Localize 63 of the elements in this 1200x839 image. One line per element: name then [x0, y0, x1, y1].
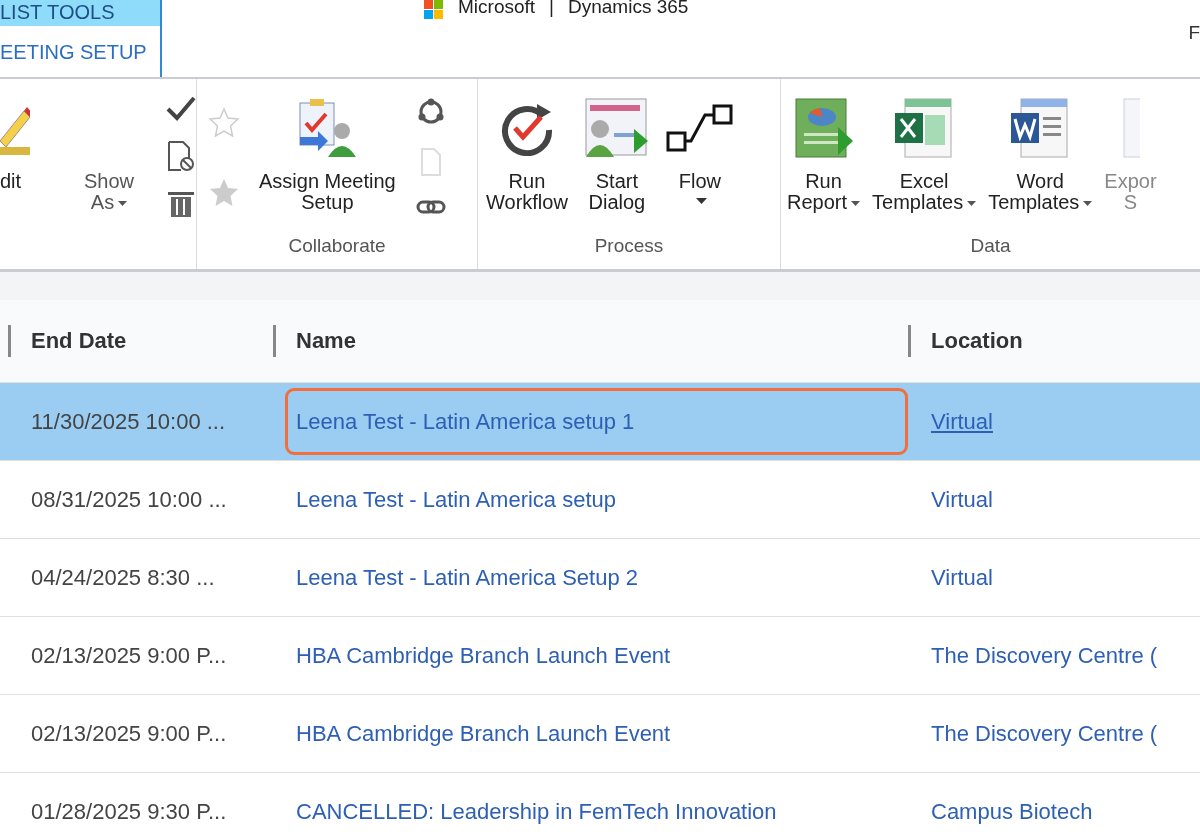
caret-icon [1083, 201, 1093, 207]
location-link[interactable]: Campus Biotech [931, 798, 1093, 825]
four-squares-logo-icon [424, 0, 444, 20]
document-icon [1011, 97, 1070, 159]
checkmark-icon[interactable] [166, 96, 197, 122]
record-name-link[interactable]: CANCELLED: Leadership in FemTech Innovation [296, 798, 777, 825]
record-name-link[interactable]: Leena Test - Latin America Setup 2 [296, 564, 639, 591]
date-cell: 11/30/2025 10:00 ... [31, 408, 226, 435]
ribbon-group-label: Data [969, 234, 1012, 258]
context-tab[interactable]: LIST TOOLS [0, 0, 160, 26]
location-link[interactable]: Virtual [931, 486, 993, 513]
record-name-link[interactable]: HBA Cambridge Branch Launch Event [296, 642, 671, 669]
record-name-link[interactable]: Leena Test - Latin America setup [296, 486, 616, 513]
location-link[interactable]: Virtual [931, 408, 993, 435]
ribbon-button[interactable]: Show As [44, 85, 155, 269]
ribbon-button[interactable]: Excel Templates [866, 85, 983, 231]
table-row[interactable]: 02/13/2025 9:00 P... HBA Cambridge Branch Launch Event The Discovery Centre ( [0, 695, 1200, 773]
table-row[interactable]: 04/24/2025 8:30 ... Leena Test - Latin America Setup 2 Virtual [0, 539, 1200, 617]
clipboard-person-icon [296, 97, 359, 159]
column-header[interactable]: End Date [8, 325, 273, 357]
ribbon-button[interactable]: Run Report [781, 85, 867, 231]
document-blocked-icon[interactable] [167, 140, 196, 172]
ribbon-button[interactable]: Assign Meeting Setup [251, 85, 404, 231]
location-link[interactable]: Virtual [931, 564, 993, 591]
star-outline-icon[interactable] [209, 107, 239, 137]
ribbon-button[interactable]: Start Dialog [575, 85, 658, 231]
spreadsheet-icon [895, 97, 954, 159]
column-header[interactable]: Name [273, 325, 908, 357]
separator-text: | [549, 0, 554, 18]
record-name-link[interactable]: Leena Test - Latin America setup 1 [296, 408, 635, 435]
ribbon-button[interactable]: dit [0, 85, 44, 269]
ribbon-button[interactable]: Word Templates [982, 85, 1099, 231]
table-row[interactable]: 02/13/2025 9:00 P... HBA Cambridge Branch Launch Event The Discovery Centre ( [0, 617, 1200, 695]
date-cell: 01/28/2025 9:30 P... [31, 798, 227, 825]
ribbon-button[interactable]: Run Workflow [478, 85, 576, 231]
caret-icon [967, 201, 977, 207]
ribbon-group-label: Process [593, 234, 665, 258]
date-cell: 02/13/2025 9:00 P... [31, 720, 227, 747]
trash-icon[interactable] [168, 190, 195, 218]
column-header[interactable]: Location [908, 325, 1200, 357]
location-link[interactable]: The Discovery Centre ( [931, 720, 1158, 747]
connected-squares-icon [665, 103, 734, 153]
date-cell: 02/13/2025 9:00 P... [31, 642, 227, 669]
table-row[interactable]: 01/28/2025 9:30 P... CANCELLED: Leadership in FemTech Innovation Campus Biotech [0, 773, 1200, 839]
caret-icon [851, 201, 861, 207]
table-row[interactable]: 08/31/2025 10:00 ... Leena Test - Latin America setup Virtual [0, 461, 1200, 539]
dialog-window-person-icon [583, 97, 650, 159]
company-name: Microsoft [458, 0, 536, 18]
product-name: Dynamics 365 [568, 0, 689, 18]
table-row[interactable]: 11/30/2025 10:00 ... Leena Test - Latin America setup 1 Virtual [0, 383, 1200, 461]
context-tab[interactable]: EETING SETUP [0, 26, 160, 70]
record-name-link[interactable]: HBA Cambridge Branch Launch Event [296, 720, 671, 747]
ribbon-group-label: Collaborate [287, 234, 387, 258]
date-cell: 08/31/2025 10:00 ... [31, 486, 227, 513]
location-link[interactable]: The Discovery Centre ( [931, 642, 1158, 669]
cut-text: F [1188, 22, 1200, 44]
date-cell: 04/24/2025 8:30 ... [31, 564, 215, 591]
caret-icon [118, 201, 128, 207]
link-icon[interactable] [415, 198, 446, 217]
caret-icon [696, 198, 708, 204]
ribbon-button[interactable]: Flow [657, 85, 742, 231]
report-book-icon [793, 97, 854, 159]
star-icon[interactable] [209, 177, 239, 207]
